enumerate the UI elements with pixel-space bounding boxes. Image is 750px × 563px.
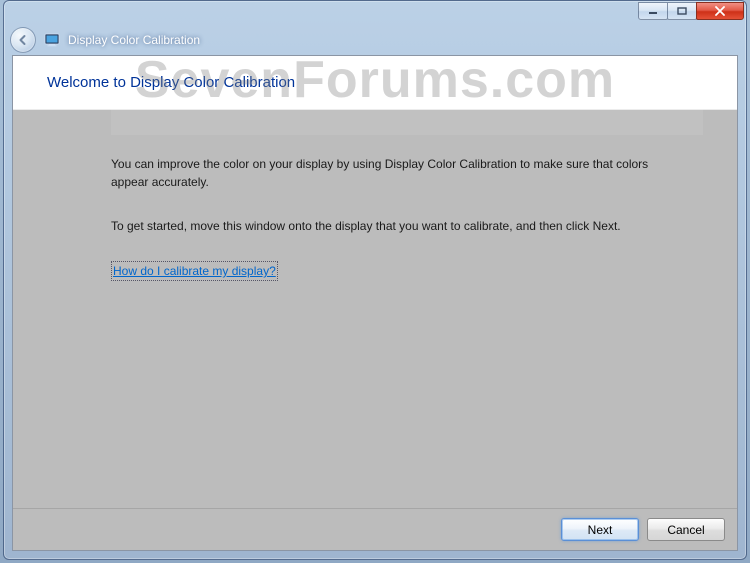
app-icon [44, 32, 60, 48]
client-area: Welcome to Display Color Calibration You… [12, 55, 738, 551]
next-button[interactable]: Next [561, 518, 639, 541]
footer-bar: Next Cancel [13, 508, 737, 550]
titlebar [4, 1, 746, 25]
maximize-button[interactable] [667, 2, 697, 20]
decorative-strip [111, 109, 703, 135]
close-button[interactable] [696, 2, 744, 20]
wizard-window: Display Color Calibration Welcome to Dis… [3, 0, 747, 560]
help-link[interactable]: How do I calibrate my display? [111, 261, 278, 281]
intro-paragraph-1: You can improve the color on your displa… [111, 155, 667, 191]
nav-row: Display Color Calibration [4, 25, 746, 55]
page-heading: Welcome to Display Color Calibration [13, 56, 737, 110]
cancel-button[interactable]: Cancel [647, 518, 725, 541]
content-area: You can improve the color on your displa… [13, 110, 737, 508]
intro-paragraph-2: To get started, move this window onto th… [111, 217, 667, 235]
app-title: Display Color Calibration [68, 33, 200, 47]
back-button[interactable] [10, 27, 36, 53]
minimize-button[interactable] [638, 2, 668, 20]
